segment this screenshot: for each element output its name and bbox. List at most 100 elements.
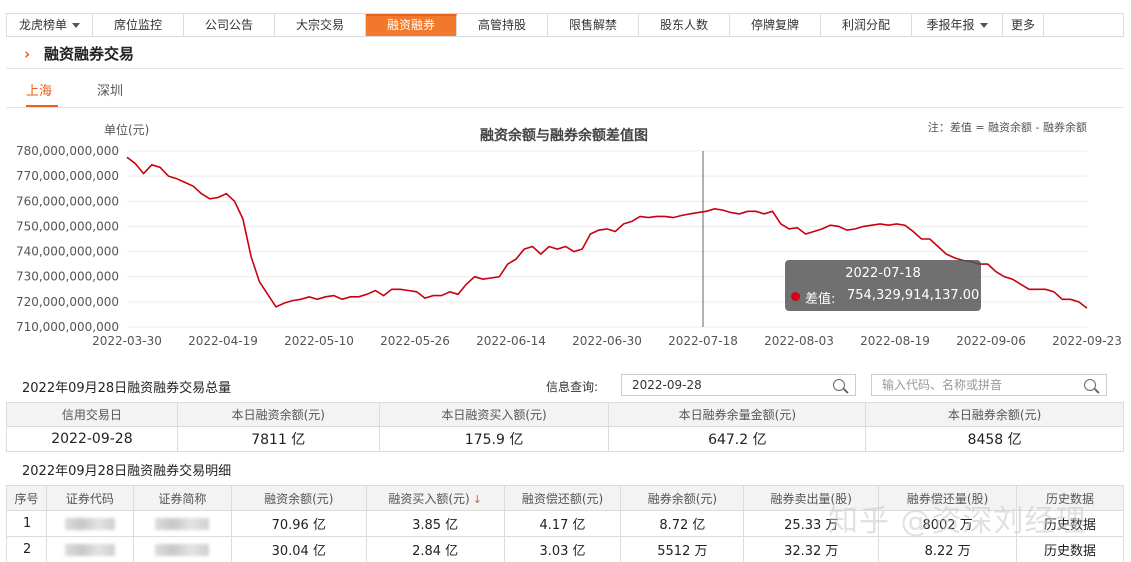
col-header[interactable]: 融券余额(元) [620, 485, 745, 511]
tab-label: 席位监控 [113, 18, 162, 32]
table-cell: 3.85 亿 [365, 510, 505, 537]
stock-search-input[interactable]: 输入代码、名称或拼音 [871, 374, 1107, 396]
history-link[interactable]: 历史数据 [1016, 536, 1124, 562]
col-header-sorted[interactable]: 融资买入额(元) ↓ [365, 485, 505, 511]
tab-shenzhen[interactable]: 深圳 [97, 80, 123, 99]
tab-5[interactable]: 融资融券 [366, 14, 457, 36]
top-nav-tabs: 龙虎榜单 席位监控 公司公告 大宗交易 融资融券 高管持股 限售解禁 股东人数 停牌复牌 利润分配… [6, 13, 1124, 37]
tab-9[interactable]: 停牌复牌 [730, 14, 821, 36]
tooltip-value: 754,329,914,137.00 [847, 288, 980, 303]
x-tick-label: 2022-07-18 [668, 334, 738, 348]
tab-12[interactable]: 更多 [1003, 14, 1044, 36]
date-query-input[interactable]: 2022-09-28 [621, 374, 856, 396]
table-cell: 5512 万 [620, 536, 745, 562]
table-cell: 3.03 亿 [503, 536, 622, 562]
table-row: 2022-09-28 7811 亿 175.9 亿 647.2 亿 8458 亿 [6, 426, 1124, 452]
total-title: 2022年09月28日融资融券交易总量 [22, 381, 232, 396]
tooltip-date: 2022-07-18 [845, 266, 921, 281]
tab-label: 股东人数 [659, 18, 708, 32]
x-tick-label: 2022-09-06 [956, 334, 1026, 348]
table-cell: 30.04 亿 [230, 536, 367, 562]
stock-code-cell[interactable] [45, 536, 134, 562]
tab-label: 高管持股 [477, 18, 526, 32]
caret-down-icon [72, 23, 80, 28]
col-header: 本日融券余额(元) [865, 402, 1124, 427]
x-tick-label: 2022-04-19 [188, 334, 258, 348]
col-header[interactable]: 融资偿还额(元) [503, 485, 622, 511]
chevron-right-icon: › [24, 45, 31, 63]
col-header[interactable]: 证券代码 [45, 485, 134, 511]
tooltip-label: 差值: [805, 292, 836, 307]
x-tick-label: 2022-05-10 [284, 334, 354, 348]
history-link[interactable]: 历史数据 [1016, 510, 1124, 537]
stock-name-cell[interactable] [132, 536, 232, 562]
col-header-label: 融资买入额(元) [388, 491, 470, 506]
table-cell: 70.96 亿 [230, 510, 367, 537]
y-tick-label: 780,000,000,000 [16, 144, 119, 158]
redacted-block [155, 517, 210, 530]
total-toolbar: 2022年09月28日融资融券交易总量 信息查询: 2022-09-28 输入代… [6, 372, 1124, 400]
stock-search-placeholder: 输入代码、名称或拼音 [882, 378, 1003, 392]
chart-title: 融资余额与融券余额差值图 [480, 127, 648, 144]
tab-1[interactable]: 龙虎榜单 [7, 14, 93, 36]
tab-10[interactable]: 利润分配 [821, 14, 912, 36]
total-table: 信用交易日 本日融资余额(元) 本日融资买入额(元) 本日融券余量金额(元) 本… [6, 402, 1124, 452]
tab-label: 限售解禁 [568, 18, 617, 32]
sort-down-arrow-icon: ↓ [472, 492, 482, 506]
table-cell: 7811 亿 [176, 426, 380, 452]
table-cell: 8458 亿 [865, 426, 1124, 452]
search-icon[interactable] [1084, 379, 1096, 391]
y-tick-label: 740,000,000,000 [16, 245, 119, 259]
redacted-block [64, 517, 115, 530]
col-header: 历史数据 [1016, 485, 1124, 511]
tab-label: 停牌复牌 [750, 18, 799, 32]
y-tick-label: 770,000,000,000 [16, 169, 119, 183]
table-cell: 2 [6, 536, 47, 562]
redacted-block [64, 543, 115, 556]
x-tick-label: 2022-08-19 [860, 334, 930, 348]
series-dot-icon [791, 292, 800, 301]
y-tick-label: 750,000,000,000 [16, 219, 119, 233]
tab-label: 融资融券 [386, 18, 435, 32]
query-label: 信息查询: [546, 380, 599, 394]
stock-code-cell[interactable] [45, 510, 134, 537]
active-tab-underline [26, 105, 58, 107]
table-cell: 32.32 万 [743, 536, 880, 562]
tab-11[interactable]: 季报年报 [912, 14, 1003, 36]
tab-label: 季报年报 [926, 18, 975, 32]
search-icon[interactable] [833, 379, 845, 391]
tab-label: 大宗交易 [295, 18, 344, 32]
detail-table: 序号 证券代码 证券简称 融资余额(元) 融资买入额(元) ↓ 融资偿还额(元) … [6, 485, 1124, 562]
y-axis-unit: 单位(元) [104, 122, 149, 137]
tab-6[interactable]: 高管持股 [457, 14, 548, 36]
tab-3[interactable]: 公司公告 [184, 14, 275, 36]
date-query-value: 2022-09-28 [632, 378, 702, 392]
col-header[interactable]: 证券简称 [132, 485, 232, 511]
table-cell: 1 [6, 510, 47, 537]
col-header: 信用交易日 [6, 402, 178, 427]
difference-line-chart[interactable]: 780,000,000,000 770,000,000,000 760,000,00… [0, 110, 1131, 372]
y-tick-label: 720,000,000,000 [16, 295, 119, 309]
y-tick-label: 710,000,000,000 [16, 320, 119, 334]
tab-2[interactable]: 席位监控 [93, 14, 184, 36]
tab-7[interactable]: 限售解禁 [548, 14, 639, 36]
y-tick-label: 730,000,000,000 [16, 270, 119, 284]
x-tick-label: 2022-06-14 [476, 334, 546, 348]
tab-shanghai[interactable]: 上海 [26, 80, 52, 99]
table-cell: 25.33 万 [743, 510, 880, 537]
table-row: 2 30.04 亿 2.84 亿 3.03 亿 5512 万 32.32 万 8… [6, 536, 1124, 562]
chart-note: 注：差值 = 融资余额 - 融券余额 [928, 120, 1087, 134]
tab-8[interactable]: 股东人数 [639, 14, 730, 36]
tab-label: 更多 [1010, 18, 1035, 32]
tab-label: 龙虎榜单 [18, 18, 67, 32]
col-header[interactable]: 融券卖出量(股) [743, 485, 880, 511]
stock-name-cell[interactable] [132, 510, 232, 537]
market-tabs: 上海 深圳 [6, 70, 1124, 108]
col-header[interactable]: 融资余额(元) [230, 485, 367, 511]
x-tick-label: 2022-09-23 [1052, 334, 1122, 348]
table-cell: 2022-09-28 [6, 426, 178, 452]
col-header: 本日融资余额(元) [176, 402, 380, 427]
redacted-block [155, 543, 210, 556]
tab-4[interactable]: 大宗交易 [275, 14, 366, 36]
col-header[interactable]: 融券偿还量(股) [878, 485, 1018, 511]
